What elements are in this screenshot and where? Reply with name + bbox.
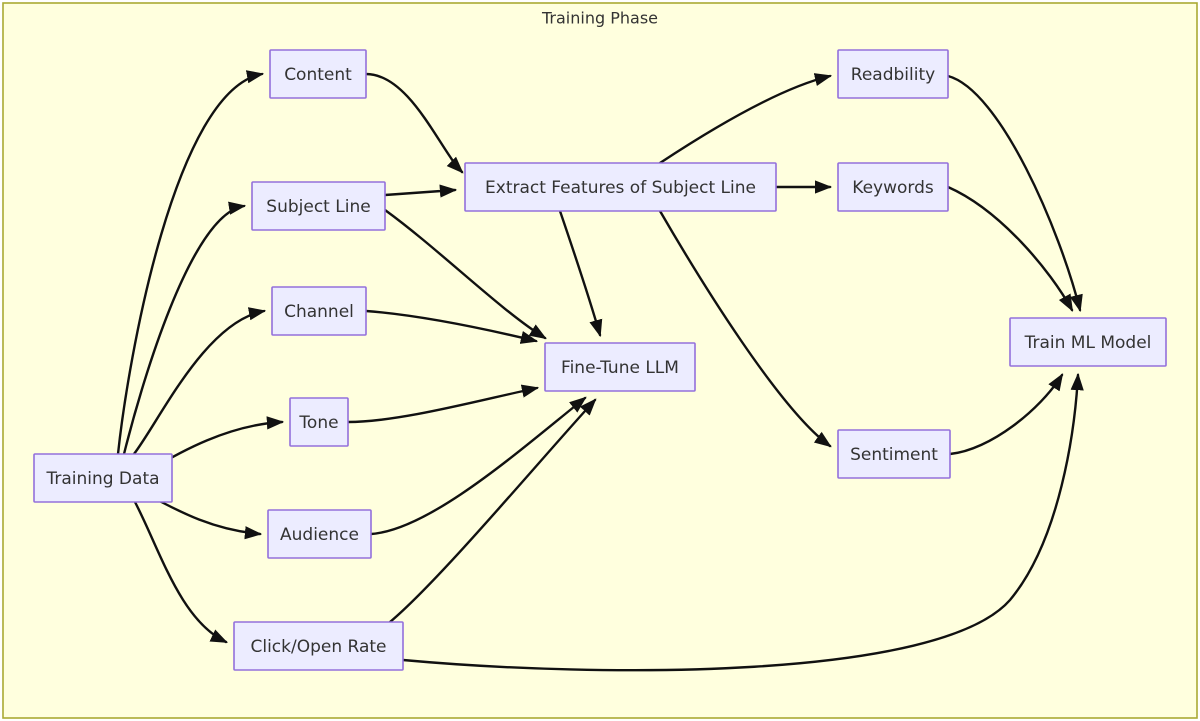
node-box-fine_tune_llm[interactable] xyxy=(544,342,696,392)
node-train_ml_model[interactable]: Train ML Model xyxy=(1009,317,1167,367)
node-box-tone[interactable] xyxy=(289,397,349,447)
node-content[interactable]: Content xyxy=(269,49,367,99)
subgraph-title: Training Phase xyxy=(541,9,658,28)
node-box-sentiment[interactable] xyxy=(837,429,951,479)
node-box-keywords[interactable] xyxy=(837,162,949,212)
node-fine_tune_llm[interactable]: Fine-Tune LLM xyxy=(544,342,696,392)
node-box-train_ml_model[interactable] xyxy=(1009,317,1167,367)
node-audience[interactable]: Audience xyxy=(267,509,372,559)
node-box-audience[interactable] xyxy=(267,509,372,559)
flowchart-canvas: Training Phase Training Data Content Subje… xyxy=(2,2,1198,719)
node-box-subject_line[interactable] xyxy=(251,181,386,231)
node-keywords[interactable]: Keywords xyxy=(837,162,949,212)
node-click_open_rate[interactable]: Click/Open Rate xyxy=(233,621,404,671)
node-sentiment[interactable]: Sentiment xyxy=(837,429,951,479)
node-extract_features[interactable]: Extract Features of Subject Line xyxy=(464,162,777,212)
node-tone[interactable]: Tone xyxy=(289,397,349,447)
node-box-click_open_rate[interactable] xyxy=(233,621,404,671)
node-readbility[interactable]: Readbility xyxy=(837,49,949,99)
node-box-channel[interactable] xyxy=(271,286,367,336)
node-channel[interactable]: Channel xyxy=(271,286,367,336)
flowchart-diagram: Training Phase Training Data Content Subje… xyxy=(0,0,1200,721)
node-box-content[interactable] xyxy=(269,49,367,99)
node-box-training_data[interactable] xyxy=(33,453,173,503)
node-box-extract_features[interactable] xyxy=(464,162,777,212)
node-subject_line[interactable]: Subject Line xyxy=(251,181,386,231)
node-training_data[interactable]: Training Data xyxy=(33,453,173,503)
node-box-readbility[interactable] xyxy=(837,49,949,99)
